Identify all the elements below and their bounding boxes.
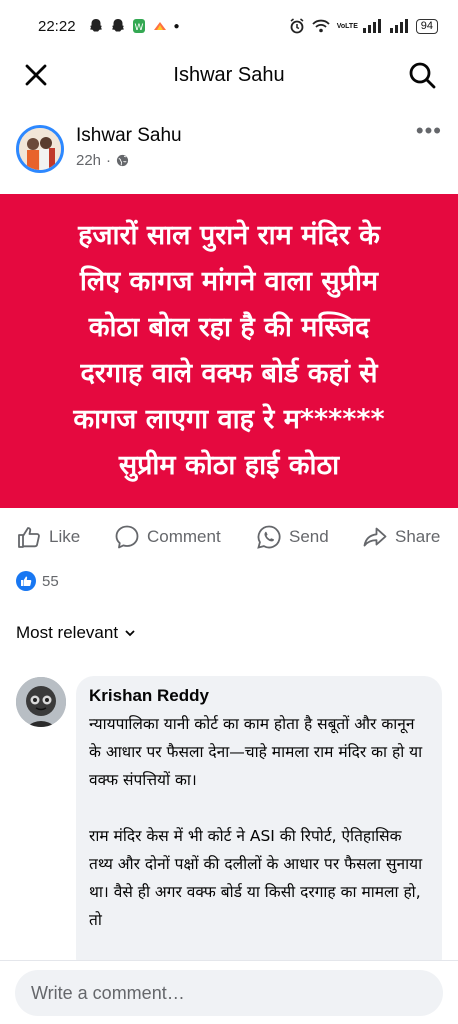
share-label: Share xyxy=(395,527,441,546)
app-icon: W xyxy=(132,19,145,33)
alarm-icon xyxy=(290,18,304,34)
signal-icon xyxy=(362,19,381,33)
like-reaction-icon xyxy=(16,571,36,591)
whatsapp-icon xyxy=(257,525,281,549)
post-image[interactable]: हजारों साल पुराने राम मंदिर के लिए कागज … xyxy=(0,194,458,508)
status-bar: 22:22 W ● VoLTE 94 xyxy=(0,0,458,52)
avatar-image xyxy=(16,677,66,727)
like-label: Like xyxy=(49,527,81,546)
avatar-image xyxy=(19,128,61,170)
commenter-avatar[interactable] xyxy=(16,677,66,727)
snapchat-icon xyxy=(89,19,102,32)
share-icon xyxy=(363,527,387,547)
comment-text: न्यायपालिका यानी कोर्ट का काम होता है सब… xyxy=(89,710,430,934)
reaction-count: 55 xyxy=(42,572,59,590)
chevron-down-icon xyxy=(125,630,135,637)
author-name[interactable]: Ishwar Sahu xyxy=(76,125,182,147)
comment-button[interactable]: Comment xyxy=(114,524,221,550)
like-button[interactable]: Like xyxy=(16,524,80,550)
app-icon xyxy=(153,22,166,30)
image-text-line: दरगाह वाले वक्फ बोर्ड कहां से xyxy=(80,358,378,389)
comment-label: Comment xyxy=(147,527,221,546)
comment-icon xyxy=(115,525,139,549)
post-meta: 22h · xyxy=(76,152,129,169)
comment-composer xyxy=(0,960,458,1024)
post-header: Ishwar Sahu 22h · ••• xyxy=(16,120,442,180)
send-label: Send xyxy=(289,527,329,546)
image-text-line: हजारों साल पुराने राम मंदिर के xyxy=(78,220,380,251)
share-button[interactable]: Share xyxy=(362,524,440,550)
image-text-line: कोठा बोल रहा है की मस्जिद xyxy=(88,312,370,343)
post-image-text: हजारों साल पुराने राम मंदिर के लिए कागज … xyxy=(73,213,384,489)
battery-indicator: 94 xyxy=(415,18,438,34)
comment-author[interactable]: Krishan Reddy xyxy=(89,686,430,706)
more-options-button[interactable]: ••• xyxy=(416,120,442,142)
system-status: VoLTE 94 xyxy=(289,18,438,34)
author-avatar[interactable] xyxy=(16,125,64,173)
image-text-line: सुप्रीम कोठा हाई कोठा xyxy=(118,450,340,481)
image-text-line: लिए कागज मांगने वाला सुप्रीम xyxy=(79,266,379,297)
sort-label: Most relevant xyxy=(16,623,119,642)
volte-label: VoLTE xyxy=(336,22,358,30)
app-header: Ishwar Sahu xyxy=(0,52,458,98)
meta-separator: · xyxy=(106,152,112,169)
comment-sort-dropdown[interactable]: Most relevant xyxy=(16,623,136,643)
reactions-summary[interactable]: 55 xyxy=(16,571,59,591)
search-icon[interactable] xyxy=(408,61,436,89)
post-time[interactable]: 22h xyxy=(76,152,101,169)
status-time: 22:22 xyxy=(38,17,76,35)
signal-icon xyxy=(389,19,408,33)
comment-paragraph: राम मंदिर केस में भी कोर्ट ने ASI की रिप… xyxy=(89,827,423,929)
dot-icon: ● xyxy=(173,20,180,32)
close-icon[interactable] xyxy=(22,61,50,89)
svg-text:W: W xyxy=(134,23,143,33)
globe-icon xyxy=(116,154,129,167)
post-actions: Like Comment Send Share xyxy=(0,520,458,556)
wifi-icon xyxy=(312,19,330,33)
comment-bubble: Krishan Reddy न्यायपालिका यानी कोर्ट का … xyxy=(76,676,442,976)
page-title: Ishwar Sahu xyxy=(173,63,285,86)
comment-paragraph: न्यायपालिका यानी कोर्ट का काम होता है सब… xyxy=(89,715,423,789)
notification-icons: W ● xyxy=(88,18,180,34)
thumbs-up-icon xyxy=(18,527,40,548)
send-button[interactable]: Send xyxy=(256,524,329,550)
image-text-line: कागज लाएगा वाह रे म****** xyxy=(73,404,385,435)
snapchat-icon xyxy=(111,19,124,32)
comment-input[interactable] xyxy=(15,970,443,1016)
